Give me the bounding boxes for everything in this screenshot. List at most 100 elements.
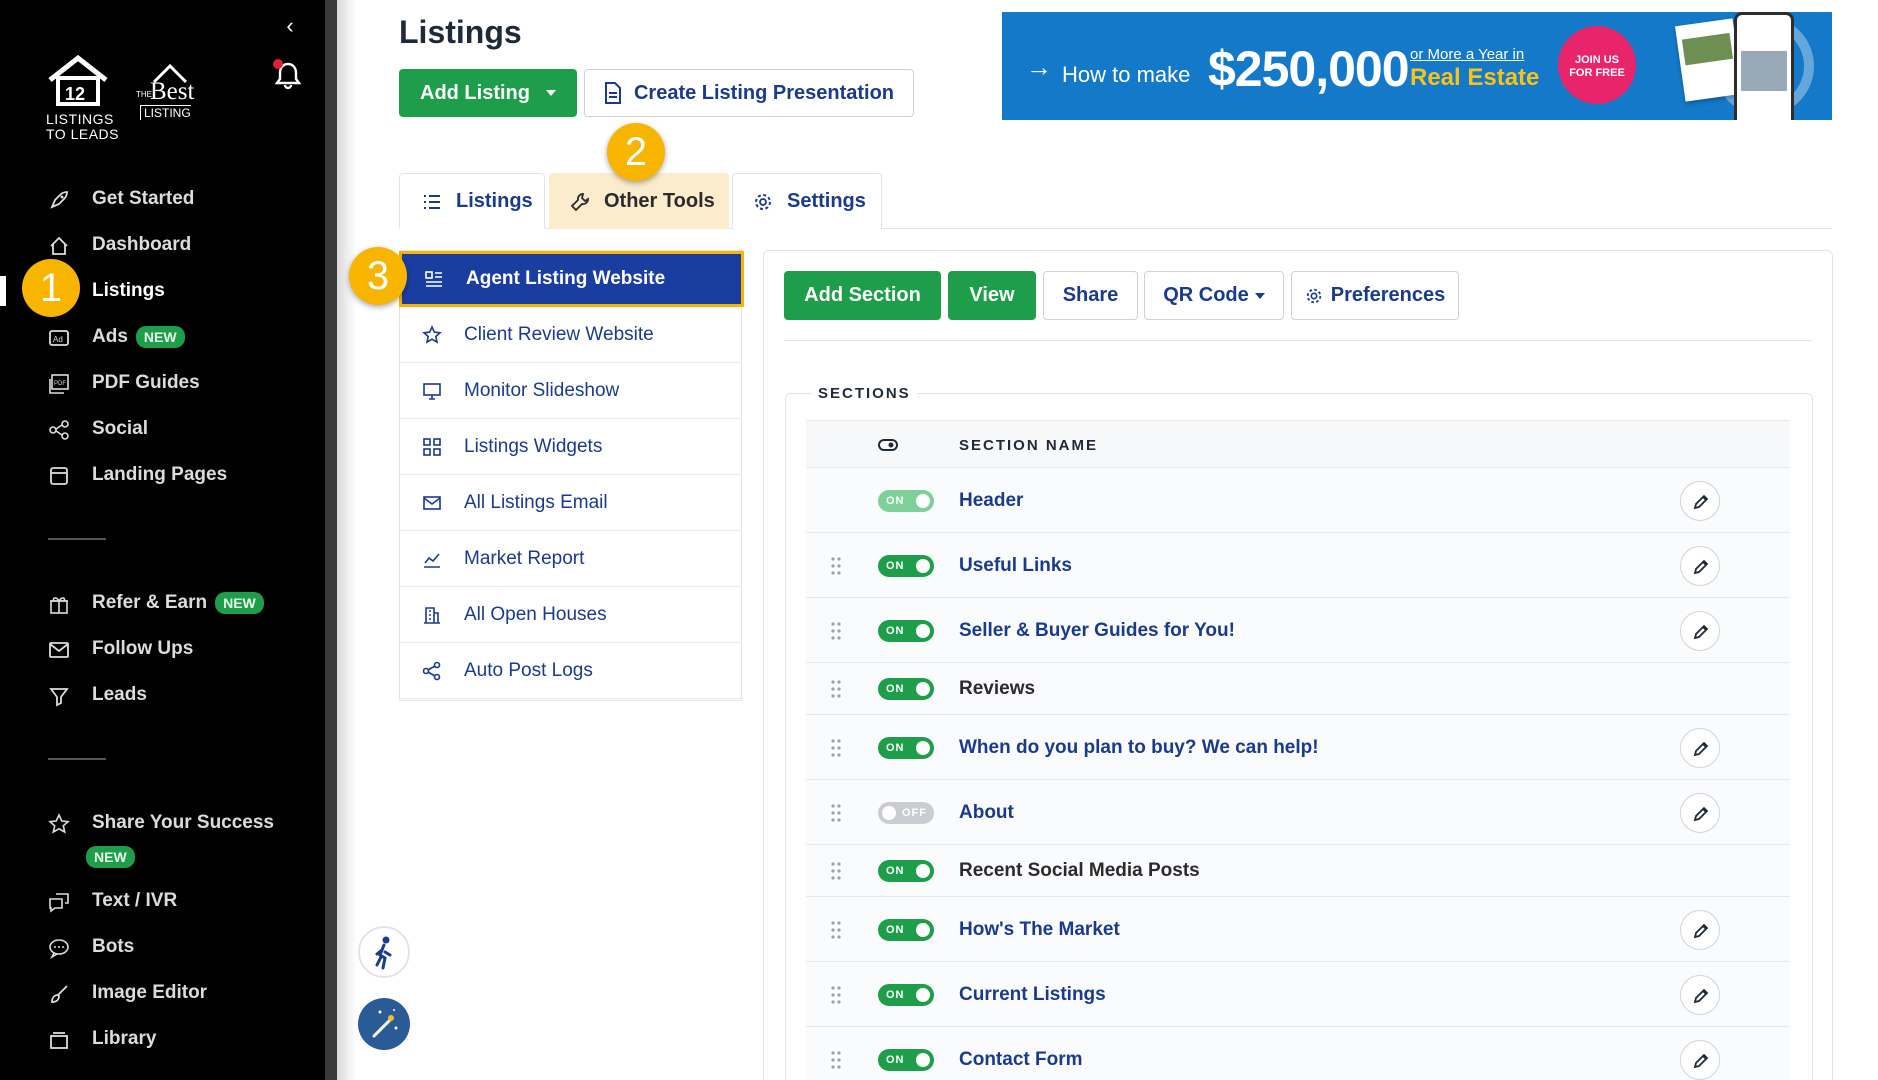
tab-other-tools[interactable]: Other Tools [549,173,729,229]
star-icon [48,813,70,834]
sidebar-item-leads[interactable]: Leads [0,675,300,715]
sidebar-item-text-ivr[interactable]: Text / IVR [0,881,300,921]
sidebar-item-label: Follow Ups [92,638,194,659]
toggle-state: ON [886,683,905,695]
sidebar-item-bots[interactable]: Bots [0,927,300,967]
tool-auto-post-logs[interactable]: Auto Post Logs [400,643,741,699]
drag-handle-icon[interactable] [830,920,842,940]
sidebar-item-ads[interactable]: Ad Ads NEW [0,317,300,357]
drag-handle-icon[interactable] [830,861,842,881]
section-row: OFF About [806,780,1790,845]
library-icon [50,1032,68,1049]
edit-section-button[interactable] [1680,1039,1720,1080]
edit-section-button[interactable] [1680,545,1720,586]
document-icon [604,82,621,104]
sidebar-item-get-started[interactable]: Get Started [0,179,300,219]
sidebar-scrollbar[interactable] [325,0,337,1080]
section-toggle[interactable]: ON [878,918,934,941]
tool-label: Market Report [464,547,585,569]
section-name[interactable]: Seller & Buyer Guides for You! [959,620,1235,642]
join-free-badge[interactable]: JOIN US FOR FREE [1558,26,1636,104]
sidebar-item-image-editor[interactable]: Image Editor [0,973,300,1013]
section-name[interactable]: Useful Links [959,555,1072,577]
section-row: ON How's The Market [806,897,1790,962]
sidebar-item-landing-pages[interactable]: Landing Pages [0,455,300,495]
preferences-button[interactable]: Preferences [1291,271,1459,320]
edit-section-button[interactable] [1680,792,1720,833]
add-listing-button[interactable]: Add Listing [399,69,577,117]
magic-wand-icon [372,1009,398,1038]
tool-agent-listing-website[interactable]: Agent Listing Website [399,251,744,307]
view-button[interactable]: View [948,271,1036,320]
section-name[interactable]: Contact Form [959,1049,1083,1071]
section-toggle[interactable]: ON [878,736,934,759]
tool-client-review-website[interactable]: Client Review Website [400,307,741,363]
edit-section-button[interactable] [1680,727,1720,768]
edit-section-button[interactable] [1680,974,1720,1015]
tab-label: Other Tools [604,190,715,212]
drag-handle-icon[interactable] [830,556,842,576]
section-name[interactable]: Header [959,490,1023,512]
drag-handle-icon[interactable] [830,738,842,758]
sidebar-item-label: Leads [92,684,147,705]
tool-all-listings-email[interactable]: All Listings Email [400,475,741,531]
share-button[interactable]: Share [1043,271,1138,320]
callout-2: 2 [607,123,665,181]
sidebar-item-pdf-guides[interactable]: PDF PDF Guides [0,363,300,403]
toggle-state: ON [886,494,905,507]
edit-section-button[interactable] [1680,480,1720,521]
assistant-wand-button[interactable] [358,998,410,1050]
tab-listings[interactable]: Listings [399,173,545,229]
svg-text:PDF: PDF [54,381,66,387]
drag-handle-icon[interactable] [830,679,842,699]
toggle-state: ON [886,741,905,754]
section-toggle[interactable]: ON [878,983,934,1006]
section-name[interactable]: When do you plan to buy? We can help! [959,737,1319,759]
banner-phone-image [1734,12,1794,120]
section-name[interactable]: About [959,802,1014,824]
promo-banner[interactable]: → How to make $250,000 or More a Year in… [1002,12,1832,120]
tab-settings[interactable]: Settings [732,173,882,229]
section-toggle[interactable]: ON [878,860,934,882]
pencil-icon [1693,559,1709,574]
add-section-button[interactable]: Add Section [784,271,941,320]
house-logo-icon: 12 [48,54,108,106]
tool-monitor-slideshow[interactable]: Monitor Slideshow [400,363,741,419]
section-toggle[interactable]: ON [878,678,934,700]
drag-handle-icon[interactable] [830,621,842,641]
tab-label: Settings [787,190,866,212]
accessibility-button[interactable] [358,926,410,978]
pencil-icon [1693,1053,1709,1068]
sidebar-item-refer-earn[interactable]: Refer & Earn NEW [0,583,300,623]
share-icon [49,420,69,440]
drag-handle-icon[interactable] [830,803,842,823]
section-toggle[interactable]: ON [878,1048,934,1071]
qr-code-button[interactable]: QR Code [1144,271,1284,320]
section-name[interactable]: How's The Market [959,919,1120,941]
edit-section-button[interactable] [1680,610,1720,651]
sidebar-item-library[interactable]: Library [0,1019,300,1059]
section-toggle[interactable]: ON [878,554,934,577]
sidebar-item-follow-ups[interactable]: Follow Ups [0,629,300,669]
pencil-icon [1693,741,1709,756]
drag-handle-icon[interactable] [830,985,842,1005]
sidebar-item-share-success[interactable]: Share Your Success [0,803,300,843]
tool-market-report[interactable]: Market Report [400,531,741,587]
collapse-sidebar-button[interactable]: ‹ [278,14,302,38]
section-toggle[interactable]: ON [878,619,934,642]
create-listing-presentation-button[interactable]: Create Listing Presentation [584,69,914,117]
gear-icon [1306,288,1321,303]
toggle-icon [878,439,898,451]
section-row: ON Reviews [806,663,1790,715]
tool-listings-widgets[interactable]: Listings Widgets [400,419,741,475]
section-toggle[interactable]: ON [878,489,934,512]
drag-handle-icon[interactable] [830,1050,842,1070]
section-name[interactable]: Current Listings [959,984,1106,1006]
edit-section-button[interactable] [1680,909,1720,950]
sidebar-item-social[interactable]: Social [0,409,300,449]
tool-all-open-houses[interactable]: All Open Houses [400,587,741,643]
tool-label: Auto Post Logs [464,659,593,681]
home-icon [50,236,68,255]
app-window: ‹ 12 LISTINGS TO LEADS THE Best LISTING [0,0,1878,1080]
section-toggle[interactable]: OFF [878,801,934,824]
